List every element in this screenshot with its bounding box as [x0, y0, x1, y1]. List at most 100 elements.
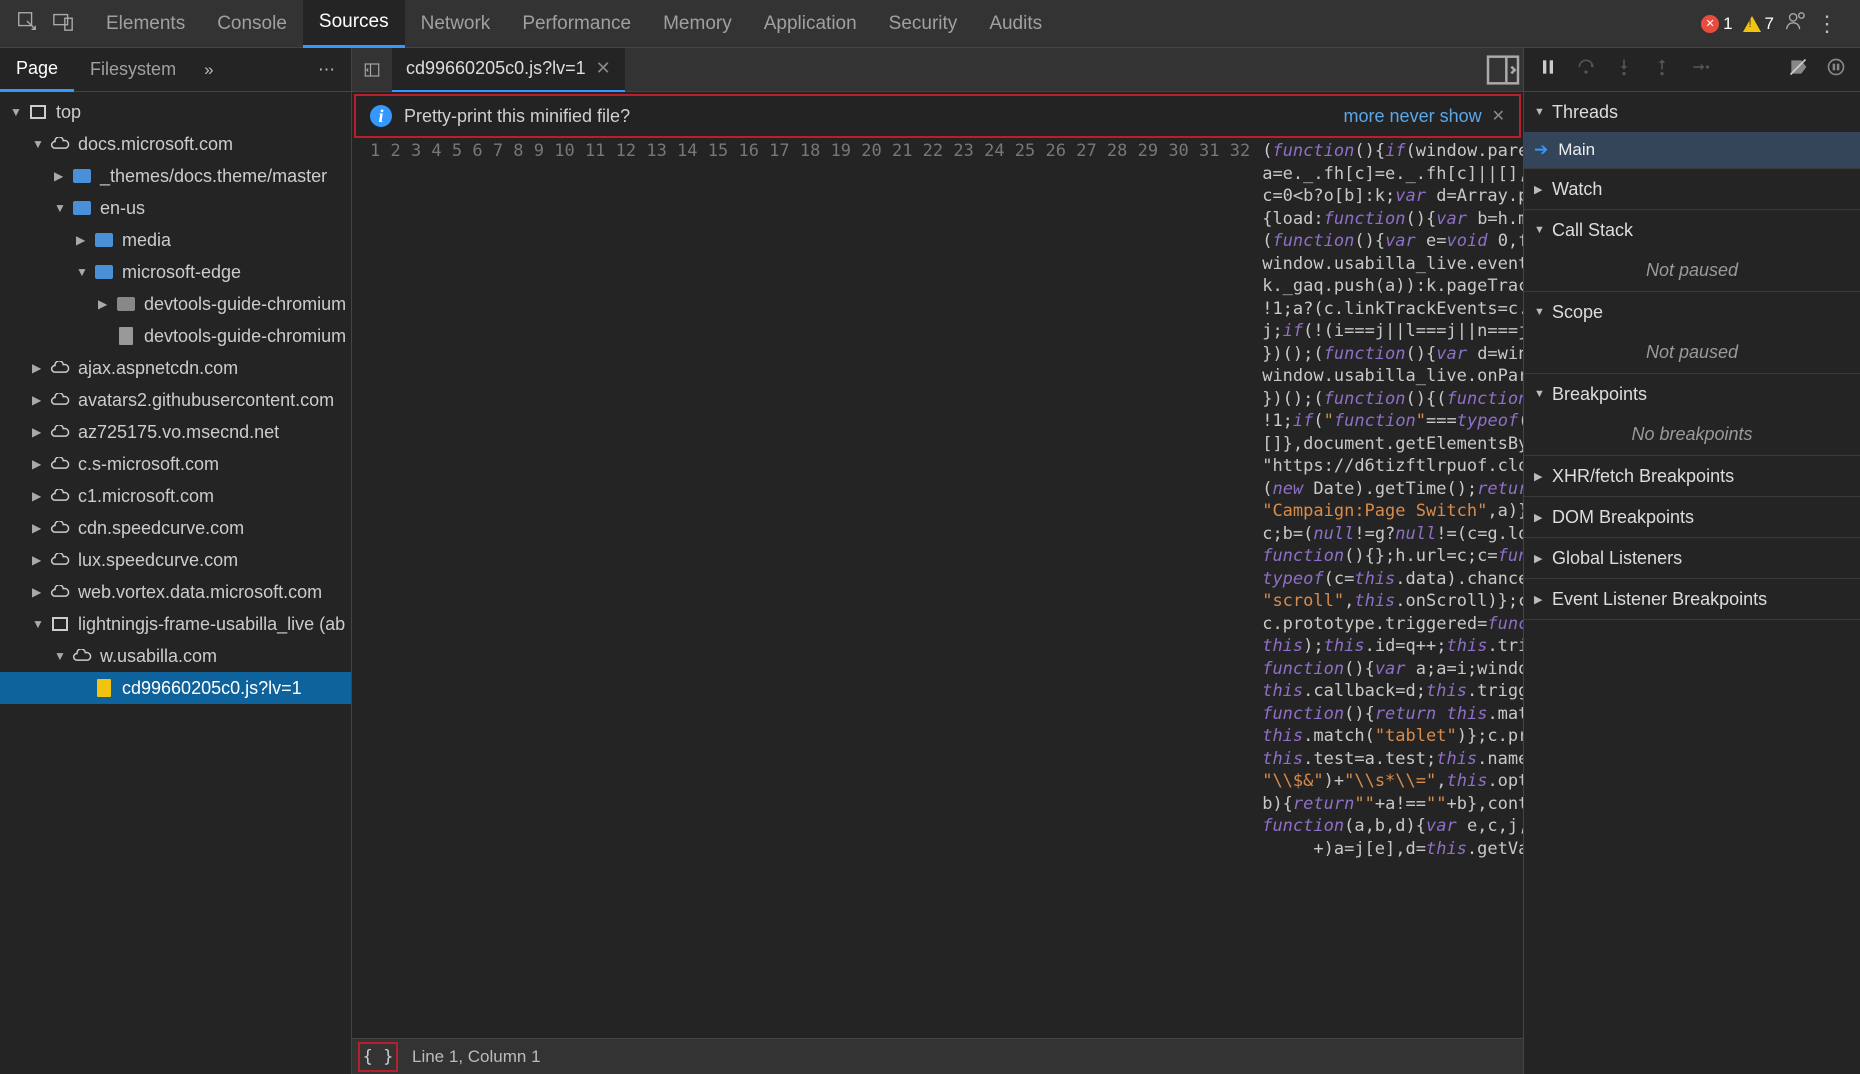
devtools-tab-memory[interactable]: Memory: [647, 0, 748, 48]
devtools-tabs-bar: ElementsConsoleSourcesNetworkPerformance…: [0, 0, 1860, 48]
tree-item-label: avatars2.githubusercontent.com: [78, 390, 334, 411]
sidebar-more-tabs-icon[interactable]: »: [192, 60, 225, 80]
tree-toggle-icon[interactable]: ▶: [32, 585, 46, 599]
tree-toggle-icon[interactable]: ▼: [32, 617, 46, 631]
tree-item[interactable]: ▼microsoft-edge: [0, 256, 351, 288]
sidebar-tab-filesystem[interactable]: Filesystem: [74, 48, 192, 92]
debug-section-header[interactable]: ▶Event Listener Breakpoints: [1524, 579, 1860, 619]
tree-item-label: _themes/docs.theme/master: [100, 166, 327, 187]
pause-on-exceptions-button[interactable]: [1826, 57, 1846, 82]
tree-item-label: w.usabilla.com: [100, 646, 217, 667]
devtools-tab-elements[interactable]: Elements: [90, 0, 201, 48]
close-tab-icon[interactable]: ✕: [596, 58, 611, 79]
tree-toggle-icon[interactable]: ▶: [32, 553, 46, 567]
file-icon: [116, 327, 136, 345]
debug-section-header[interactable]: ▶XHR/fetch Breakpoints: [1524, 456, 1860, 496]
step-into-button[interactable]: [1614, 57, 1634, 82]
debug-section-header[interactable]: ▶Global Listeners: [1524, 538, 1860, 578]
tree-item[interactable]: ▼ en-us: [0, 192, 351, 224]
errors-badge[interactable]: ✕1: [1701, 14, 1732, 34]
info-bar-close-icon[interactable]: ✕: [1492, 106, 1505, 126]
inspect-element-icon[interactable]: [16, 10, 38, 37]
tree-toggle-icon[interactable]: ▶: [32, 521, 46, 535]
debug-section-header[interactable]: ▼Scope: [1524, 292, 1860, 332]
tree-item[interactable]: devtools-guide-chromium: [0, 320, 351, 352]
devtools-tab-audits[interactable]: Audits: [973, 0, 1058, 48]
step-button[interactable]: [1690, 57, 1710, 82]
folder-icon: [72, 201, 92, 215]
info-bar-link[interactable]: more never show: [1344, 106, 1482, 127]
cloud-icon: [50, 489, 70, 503]
debug-section-header[interactable]: ▼Call Stack: [1524, 210, 1860, 250]
tree-toggle-icon[interactable]: ▶: [98, 297, 112, 311]
tree-item[interactable]: ▶c.s-microsoft.com: [0, 448, 351, 480]
deactivate-breakpoints-button[interactable]: [1788, 57, 1808, 82]
toggle-navigator-icon[interactable]: [352, 61, 392, 79]
tree-item-label: en-us: [100, 198, 145, 219]
pretty-print-button[interactable]: { }: [358, 1042, 398, 1072]
tree-item[interactable]: ▼ w.usabilla.com: [0, 640, 351, 672]
tree-item[interactable]: ▶ avatars2.githubusercontent.com: [0, 384, 351, 416]
tree-item-label: cdn.speedcurve.com: [78, 518, 244, 539]
debug-section-header[interactable]: ▶DOM Breakpoints: [1524, 497, 1860, 537]
tree-item[interactable]: ▶ cdn.speedcurve.com: [0, 512, 351, 544]
tree-item[interactable]: ▶ lux.speedcurve.com: [0, 544, 351, 576]
debugger-toolbar: [1524, 48, 1860, 92]
tree-toggle-icon[interactable]: ▼: [10, 105, 24, 119]
devtools-tab-performance[interactable]: Performance: [506, 0, 647, 48]
step-over-button[interactable]: [1576, 57, 1596, 82]
tree-toggle-icon[interactable]: ▶: [54, 169, 68, 183]
tree-item[interactable]: ▶media: [0, 224, 351, 256]
more-options-icon[interactable]: ⋮: [1816, 11, 1840, 37]
tree-item-label: devtools-guide-chromium: [144, 326, 346, 347]
sidebar-tab-page[interactable]: Page: [0, 48, 74, 92]
tree-toggle-icon[interactable]: ▼: [32, 137, 46, 151]
toggle-debugger-icon[interactable]: [1483, 50, 1523, 90]
cursor-position: Line 1, Column 1: [412, 1047, 541, 1067]
tree-item[interactable]: ▼lightningjs-frame-usabilla_live (ab: [0, 608, 351, 640]
tree-item[interactable]: ▼ top: [0, 96, 351, 128]
thread-main[interactable]: ➔Main: [1524, 132, 1860, 168]
editor-file-tab[interactable]: cd99660205c0.js?lv=1✕: [392, 48, 625, 92]
code-editor[interactable]: 1 2 3 4 5 6 7 8 9 10 11 12 13 14 15 16 1…: [352, 140, 1523, 1038]
debug-section-header[interactable]: ▼Breakpoints: [1524, 374, 1860, 414]
devtools-tab-sources[interactable]: Sources: [303, 0, 405, 48]
tree-item[interactable]: ▶az725175.vo.msecnd.net: [0, 416, 351, 448]
warnings-badge[interactable]: 7: [1743, 14, 1774, 34]
tree-item[interactable]: ▶devtools-guide-chromium: [0, 288, 351, 320]
tree-toggle-icon[interactable]: ▼: [54, 201, 68, 215]
step-out-button[interactable]: [1652, 57, 1672, 82]
devtools-tab-security[interactable]: Security: [873, 0, 974, 48]
pause-script-button[interactable]: [1538, 57, 1558, 82]
device-toggle-icon[interactable]: [52, 10, 74, 37]
tree-item[interactable]: cd99660205c0.js?lv=1: [0, 672, 351, 704]
devtools-tab-application[interactable]: Application: [748, 0, 873, 48]
tree-toggle-icon[interactable]: ▶: [32, 361, 46, 375]
info-bar-text: Pretty-print this minified file?: [404, 106, 630, 127]
tree-item[interactable]: ▼docs.microsoft.com: [0, 128, 351, 160]
settings-icon[interactable]: [1784, 10, 1806, 37]
tree-toggle-icon[interactable]: ▼: [76, 265, 90, 279]
tree-item[interactable]: ▶c1.microsoft.com: [0, 480, 351, 512]
tree-item[interactable]: ▶ajax.aspnetcdn.com: [0, 352, 351, 384]
tree-item-label: lux.speedcurve.com: [78, 550, 238, 571]
debugger-panel: ▼Threads➔Main▶Watch▼Call StackNot paused…: [1524, 48, 1860, 1074]
file-tree[interactable]: ▼ top ▼docs.microsoft.com ▶ _themes/docs.the…: [0, 92, 351, 1074]
cloud-icon: [50, 521, 70, 535]
tree-toggle-icon[interactable]: ▶: [32, 489, 46, 503]
tree-toggle-icon[interactable]: ▶: [76, 233, 90, 247]
tree-item-label: top: [56, 102, 81, 123]
tree-toggle-icon[interactable]: ▶: [32, 393, 46, 407]
devtools-tab-console[interactable]: Console: [201, 0, 303, 48]
tree-toggle-icon[interactable]: ▶: [32, 457, 46, 471]
tree-toggle-icon[interactable]: ▼: [54, 649, 68, 663]
sidebar-options-icon[interactable]: ⋯: [318, 60, 351, 80]
tree-item[interactable]: ▶ _themes/docs.theme/master: [0, 160, 351, 192]
debug-section-header[interactable]: ▶Watch: [1524, 169, 1860, 209]
debug-section-header[interactable]: ▼Threads: [1524, 92, 1860, 132]
cloud-icon: [50, 585, 70, 599]
devtools-tab-network[interactable]: Network: [405, 0, 507, 48]
tree-item[interactable]: ▶web.vortex.data.microsoft.com: [0, 576, 351, 608]
tree-toggle-icon[interactable]: ▶: [32, 425, 46, 439]
folder-icon: [94, 265, 114, 279]
